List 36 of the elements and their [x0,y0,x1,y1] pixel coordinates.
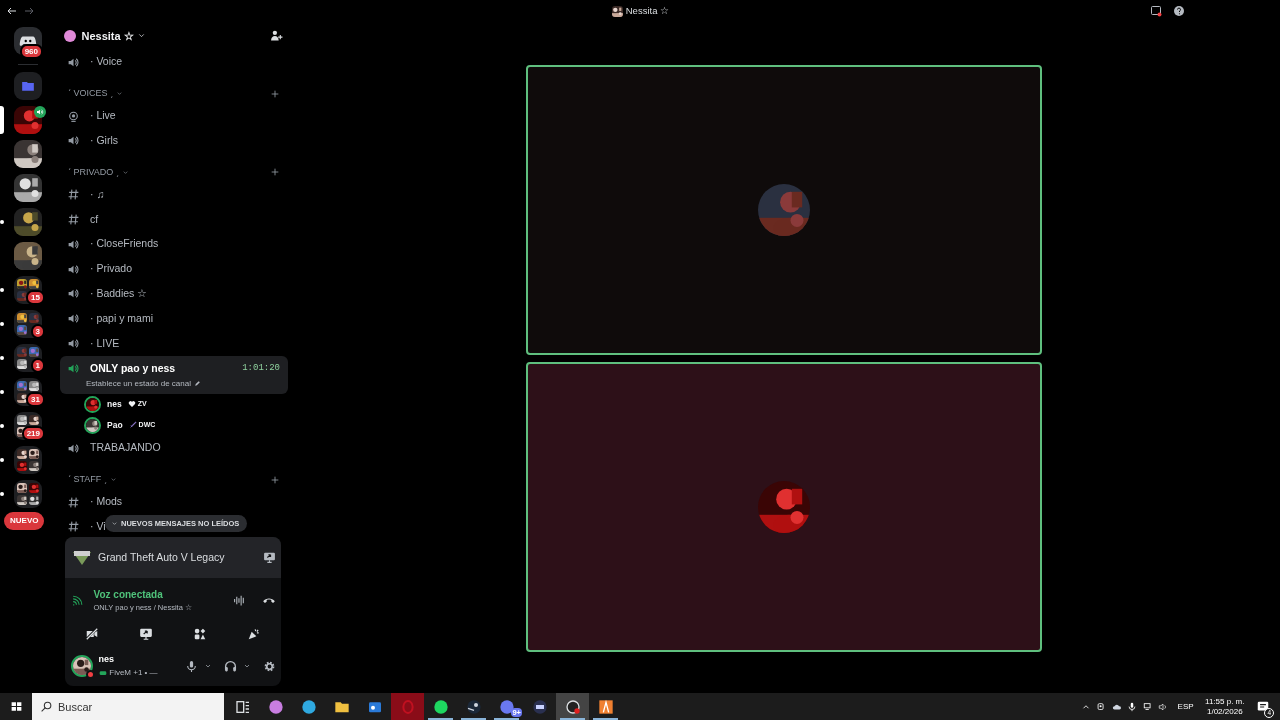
channel-name[interactable]: cf [90,211,99,228]
category-label[interactable]: ˊ VOICES ˏ [68,86,113,101]
search-field[interactable]: Buscar [32,693,224,720]
mention-count: 219 [21,426,45,441]
channel-name[interactable]: · papi y mami [90,310,153,327]
category-label[interactable]: ˊ STAFF ˏ [68,472,107,487]
channel-name[interactable]: ONLY pao y ness [90,360,176,377]
channel-name[interactable]: TRABAJANDO [90,440,161,457]
language-indicator[interactable]: ESP [1177,700,1194,713]
user-name[interactable]: nes [98,653,158,667]
channel-name[interactable]: · Girls [90,133,118,149]
channel-status[interactable]: Establece un estado de canal [86,377,191,390]
game-title: Grand Theft Auto V Legacy [98,549,225,565]
window-title: Nessita ☆ [625,4,670,18]
channel-name[interactable]: · ♫ [90,186,105,203]
channel-name[interactable]: · Mods [90,494,123,510]
clock-time[interactable]: 11:55 p. m. [1205,696,1245,707]
channel-name[interactable]: · CloseFriends [90,236,159,253]
clock-date[interactable]: 1/02/2026 [1207,706,1243,717]
voice-status[interactable]: Voz conectada [93,586,192,602]
user-name[interactable]: Pao [107,418,123,432]
category-label[interactable]: ˊ PRIVADO ˏ [68,165,119,179]
server-name[interactable]: Nessita ☆ [81,27,134,45]
user-activity: FiveM +1 • — [109,666,158,679]
channel-name[interactable]: · Live [90,108,116,124]
new-badge[interactable]: NUEVO [4,512,45,530]
channel-name[interactable]: · Vi [90,518,106,535]
mention-count: 31 [26,392,45,407]
mention-count: 15 [26,290,45,305]
user-name[interactable]: nes [107,397,122,411]
channel-name[interactable]: · Voice [90,54,123,71]
channel-name[interactable]: · LIVE [90,335,120,352]
channel-name[interactable]: · Baddies ☆ [90,285,148,302]
call-timer: 1:01:20 [242,362,280,376]
channel-name[interactable]: · Privado [90,261,132,277]
mention-count: 960 [19,44,43,59]
